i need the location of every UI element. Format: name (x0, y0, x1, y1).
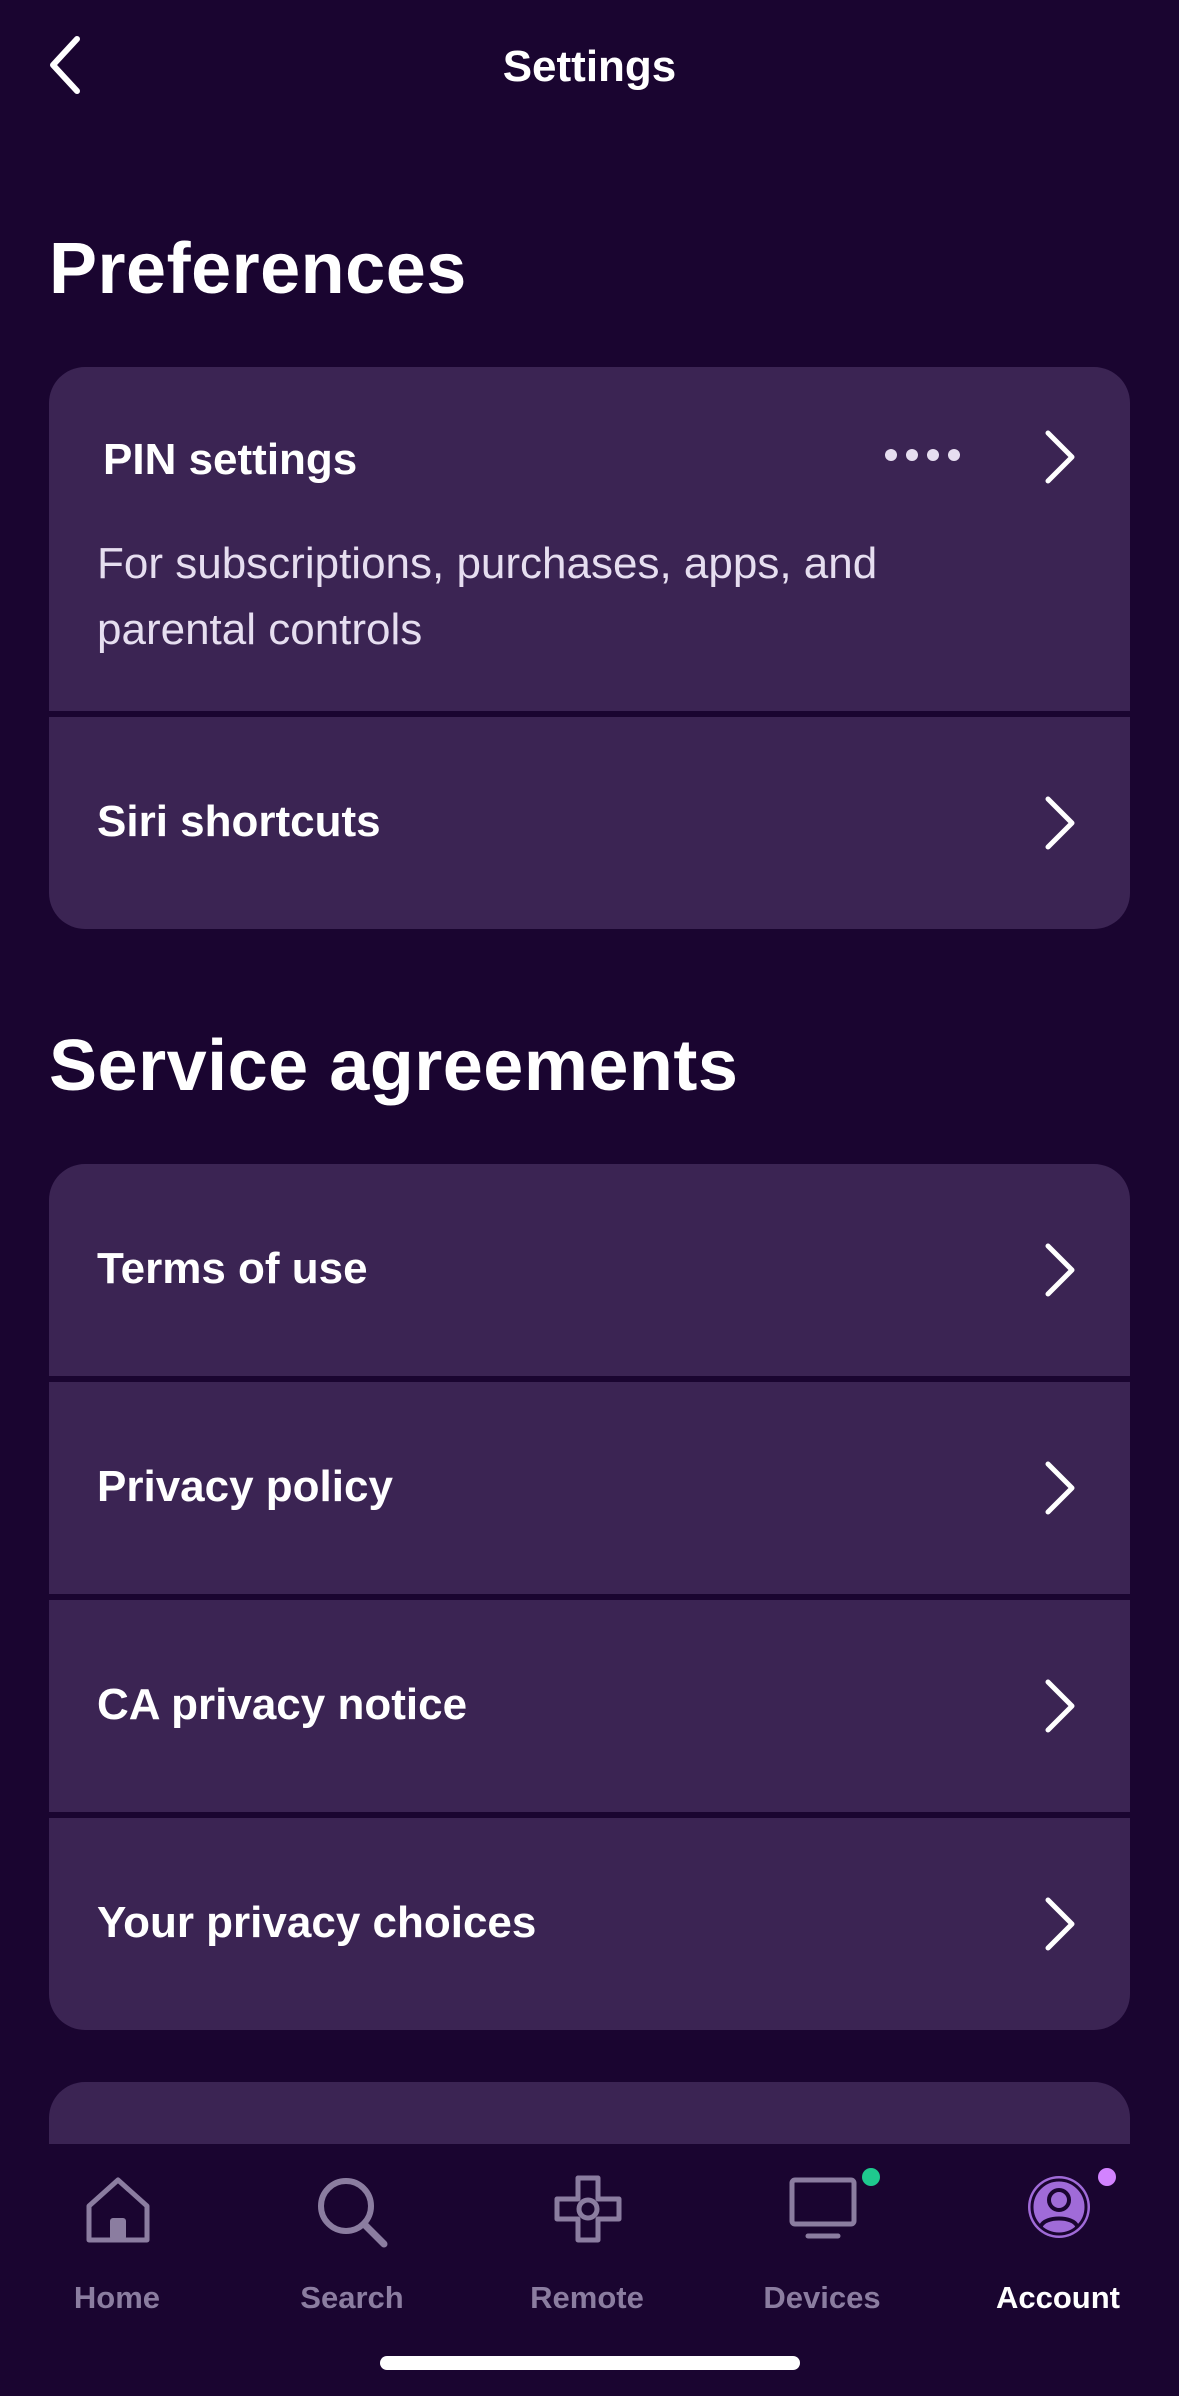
privacy-policy-label: Privacy policy (97, 1462, 393, 1511)
tab-search[interactable]: Search (252, 2174, 452, 2344)
pin-settings-subtitle: For subscriptions, purchases, apps, and … (97, 539, 878, 654)
account-notification-dot (1098, 2168, 1116, 2186)
pin-settings-row[interactable]: PIN settings For subscriptions, purchase… (49, 367, 1130, 711)
pin-dot (885, 449, 897, 461)
tab-remote[interactable]: Remote (487, 2174, 687, 2344)
chevron-right-icon (1045, 1897, 1075, 1951)
terms-of-use-label: Terms of use (97, 1244, 368, 1293)
pin-dots (885, 449, 960, 461)
chevron-right-icon (1045, 430, 1075, 484)
pin-dot (948, 449, 960, 461)
tab-remote-label: Remote (530, 2280, 644, 2315)
remote-dpad-icon (554, 2175, 622, 2243)
header: Settings (0, 0, 1179, 140)
tv-icon (789, 2177, 857, 2239)
pin-dot (927, 449, 939, 461)
chevron-right-icon (1045, 1461, 1075, 1515)
siri-shortcuts-row[interactable]: Siri shortcuts (49, 717, 1130, 929)
ca-privacy-notice-row[interactable]: CA privacy notice (49, 1600, 1130, 1812)
pin-dot (906, 449, 918, 461)
your-privacy-choices-row[interactable]: Your privacy choices (49, 1818, 1130, 2030)
section-title-service-agreements: Service agreements (49, 1026, 739, 1106)
pin-settings-label: PIN settings (103, 435, 358, 484)
ca-privacy-notice-label: CA privacy notice (97, 1680, 468, 1729)
section-title-preferences: Preferences (49, 229, 467, 309)
chevron-right-icon (1045, 1243, 1075, 1297)
service-agreements-card: Terms of use Privacy policy CA privacy n… (49, 1164, 1130, 2030)
chevron-right-icon (1045, 1679, 1075, 1733)
siri-shortcuts-label: Siri shortcuts (97, 797, 381, 846)
privacy-policy-row[interactable]: Privacy policy (49, 1382, 1130, 1594)
preferences-card: PIN settings For subscriptions, purchase… (49, 367, 1130, 929)
search-icon (318, 2178, 388, 2248)
terms-of-use-row[interactable]: Terms of use (49, 1164, 1130, 1376)
tab-home-label: Home (73, 2280, 161, 2315)
tab-search-label: Search (300, 2280, 404, 2315)
tab-account-label: Account (996, 2280, 1120, 2315)
home-indicator (380, 2356, 800, 2370)
tab-account[interactable]: Account (958, 2168, 1158, 2344)
account-icon (1028, 2176, 1090, 2238)
tab-home[interactable]: Home (17, 2174, 217, 2344)
devices-status-dot (862, 2168, 880, 2186)
your-privacy-choices-label: Your privacy choices (97, 1898, 537, 1947)
tab-devices-label: Devices (763, 2280, 881, 2315)
home-icon (86, 2177, 150, 2243)
chevron-right-icon (1045, 796, 1075, 850)
page-title: Settings (502, 42, 677, 91)
tab-devices[interactable]: Devices (722, 2168, 922, 2344)
